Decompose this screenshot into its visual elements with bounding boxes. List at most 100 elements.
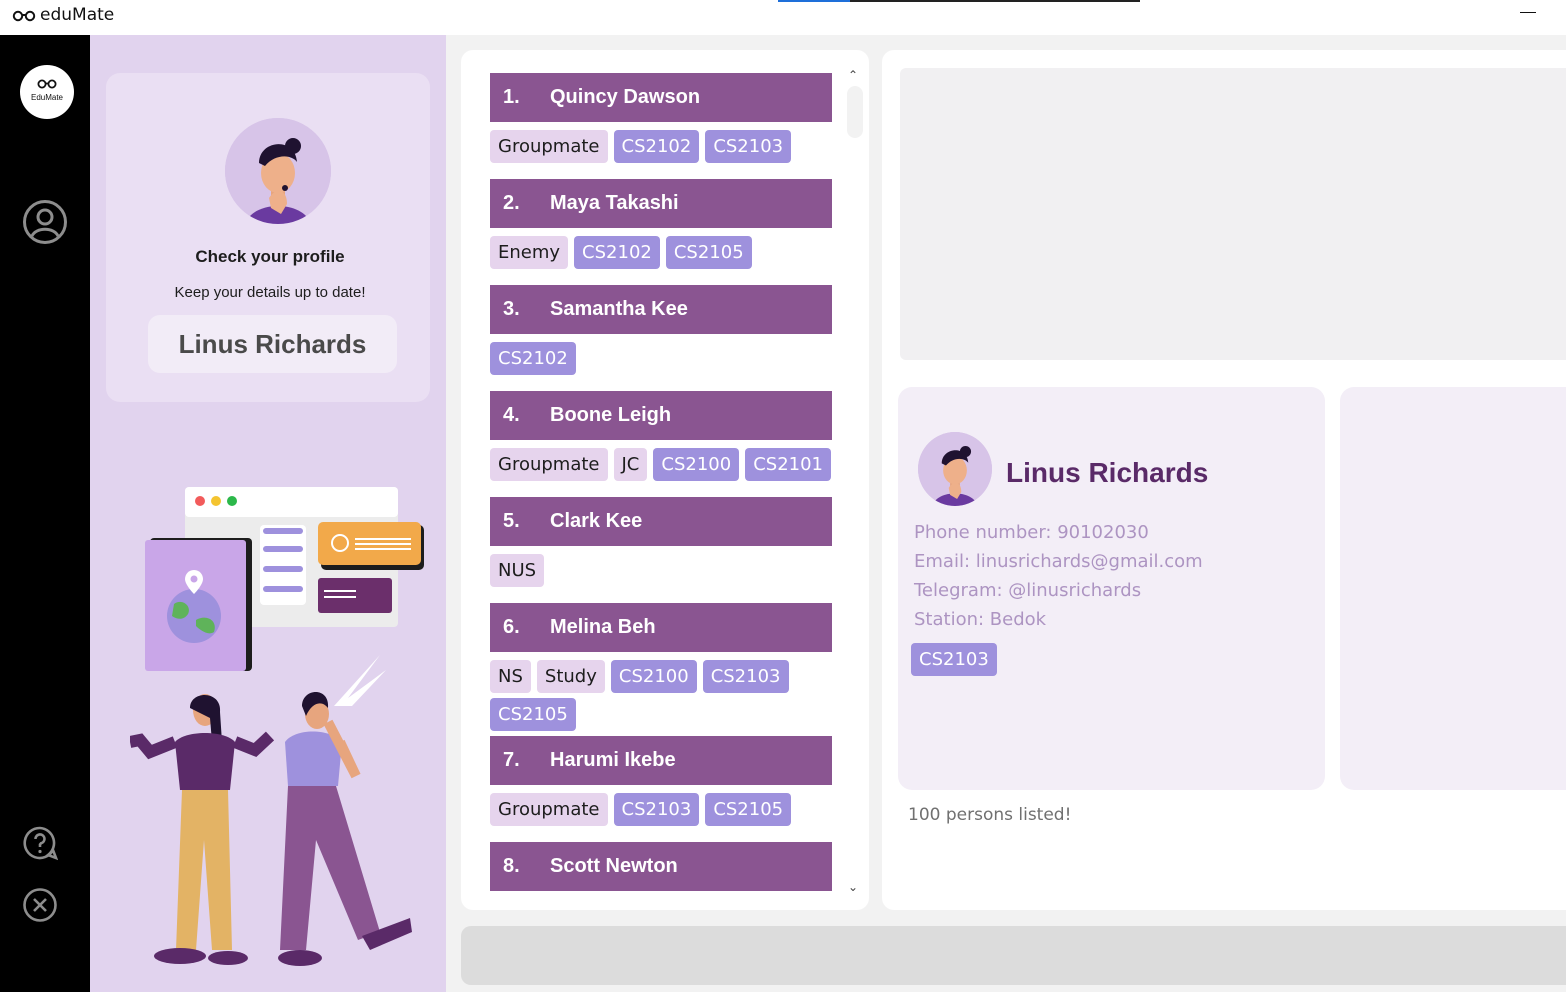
tag: Groupmate [490, 793, 608, 826]
tag-list: NUS [490, 546, 832, 603]
status-message: 100 persons listed! [908, 805, 1072, 825]
title-accent-2 [850, 0, 1140, 2]
list-item[interactable]: 1. Quincy Dawson Groupmate CS2102 CS2103 [490, 73, 832, 179]
person-index: 7. [503, 749, 520, 771]
person-name: Samantha Kee [550, 298, 688, 320]
person-index: 2. [503, 192, 520, 214]
tag: Groupmate [490, 130, 608, 163]
tag: JC [613, 448, 648, 481]
tag: CS2101 [745, 448, 832, 481]
list-item[interactable]: 7. Harumi Ikebe Groupmate CS2103 CS2105 [490, 736, 832, 842]
person-header[interactable]: 6. Melina Beh [490, 603, 832, 652]
person-header[interactable]: 7. Harumi Ikebe [490, 736, 832, 785]
tag: Study [536, 660, 605, 693]
detail-placeholder [900, 68, 1566, 360]
title-accent [778, 0, 850, 2]
tag: CS2100 [610, 660, 697, 693]
person-index: 6. [503, 616, 520, 638]
detail-panel: Linus Richards Phone number: 90102030 Em… [882, 50, 1566, 910]
person-name: Melina Beh [550, 616, 656, 638]
command-input[interactable] [461, 926, 1566, 985]
secondary-detail-card [1340, 387, 1566, 790]
tag-list: NS Study CS2100 CS2103 CS2105 [490, 652, 832, 736]
tag: Enemy [490, 236, 569, 269]
list-item[interactable]: 5. Clark Kee NUS [490, 497, 832, 603]
person-index: 3. [503, 298, 520, 320]
scroll-up-icon[interactable]: ⌃ [848, 68, 858, 82]
tag: CS2103 [613, 793, 700, 826]
glasses-icon [37, 79, 57, 89]
minimize-button[interactable] [1520, 12, 1536, 13]
person-name: Harumi Ikebe [550, 749, 676, 771]
avatar [225, 118, 331, 224]
detail-telegram: Telegram: @linusrichards [914, 580, 1142, 601]
tag-list [490, 891, 832, 898]
detail-phone: Phone number: 90102030 [914, 522, 1149, 543]
tag: CS2102 [574, 236, 660, 269]
profile-name: Linus Richards [148, 315, 397, 373]
title-bar: eduMate [0, 0, 1566, 35]
scrollbar-thumb[interactable] [847, 86, 863, 138]
profile-subheading: Keep your details up to date! [174, 284, 366, 301]
person-list[interactable]: 1. Quincy Dawson Groupmate CS2102 CS2103 2. Ma… [490, 73, 832, 898]
tag: NS [490, 660, 531, 693]
tag-list: Groupmate CS2102 CS2103 [490, 122, 832, 179]
glasses-icon [12, 10, 36, 22]
person-name: Quincy Dawson [550, 86, 701, 108]
person-name: Scott Newton [550, 855, 678, 877]
tag-list: Groupmate JC CS2100 CS2101 [490, 440, 832, 497]
app-logo[interactable]: EduMate [20, 65, 74, 119]
sidebar-panel: Check your profile Keep your details up … [90, 35, 446, 992]
tag: NUS [490, 554, 545, 587]
detail-station: Station: Bedok [914, 609, 1047, 630]
person-index: 8. [503, 855, 520, 877]
list-item[interactable]: 4. Boone Leigh Groupmate JC CS2100 CS2101 [490, 391, 832, 497]
person-header[interactable]: 5. Clark Kee [490, 497, 832, 546]
profile-icon[interactable] [22, 199, 68, 245]
person-index: 4. [503, 404, 520, 426]
tag: CS2100 [653, 448, 740, 481]
help-icon[interactable] [22, 825, 58, 861]
person-index: 5. [503, 510, 520, 532]
person-name: Boone Leigh [550, 404, 672, 426]
close-icon[interactable] [22, 887, 58, 923]
nav-rail: EduMate [0, 35, 90, 992]
tag: CS2102 [490, 342, 576, 375]
list-item[interactable]: 3. Samantha Kee CS2102 [490, 285, 832, 391]
user-avatar-icon [918, 432, 992, 506]
person-list-panel: 1. Quincy Dawson Groupmate CS2102 CS2103 2. Ma… [461, 50, 869, 910]
tag: CS2102 [613, 130, 700, 163]
tag: CS2105 [490, 698, 576, 731]
person-header[interactable]: 2. Maya Takashi [490, 179, 832, 228]
illustration [130, 487, 424, 966]
avatar [918, 432, 992, 506]
detail-email: Email: linusrichards@gmail.com [914, 551, 1203, 572]
tag: CS2103 [705, 130, 792, 163]
scroll-down-icon[interactable]: ⌄ [848, 880, 858, 894]
person-header[interactable]: 8. Scott Newton [490, 842, 832, 891]
tag-list: CS2102 [490, 334, 832, 391]
tag: Groupmate [490, 448, 608, 481]
tag: CS2105 [705, 793, 792, 826]
person-detail-card: Linus Richards Phone number: 90102030 Em… [898, 387, 1325, 790]
tag-list: Enemy CS2102 CS2105 [490, 228, 832, 285]
detail-tag: CS2103 [911, 643, 997, 676]
command-box[interactable] [461, 926, 1566, 985]
person-header[interactable]: 3. Samantha Kee [490, 285, 832, 334]
tag: CS2103 [702, 660, 789, 693]
person-header[interactable]: 1. Quincy Dawson [490, 73, 832, 122]
person-name: Maya Takashi [550, 192, 679, 214]
tag-list: Groupmate CS2103 CS2105 [490, 785, 832, 842]
profile-card[interactable]: Check your profile Keep your details up … [106, 73, 430, 402]
person-header[interactable]: 4. Boone Leigh [490, 391, 832, 440]
person-name: Clark Kee [550, 510, 643, 532]
profile-heading: Check your profile [195, 247, 345, 266]
window-title: eduMate [40, 5, 115, 25]
list-item[interactable]: 2. Maya Takashi Enemy CS2102 CS2105 [490, 179, 832, 285]
detail-name: Linus Richards [1006, 457, 1209, 488]
person-index: 1. [503, 86, 520, 108]
list-item[interactable]: 6. Melina Beh NS Study CS2100 CS2103 CS2105 [490, 603, 832, 736]
list-item[interactable]: 8. Scott Newton [490, 842, 832, 898]
tag: CS2105 [665, 236, 752, 269]
user-avatar-icon [225, 118, 331, 224]
